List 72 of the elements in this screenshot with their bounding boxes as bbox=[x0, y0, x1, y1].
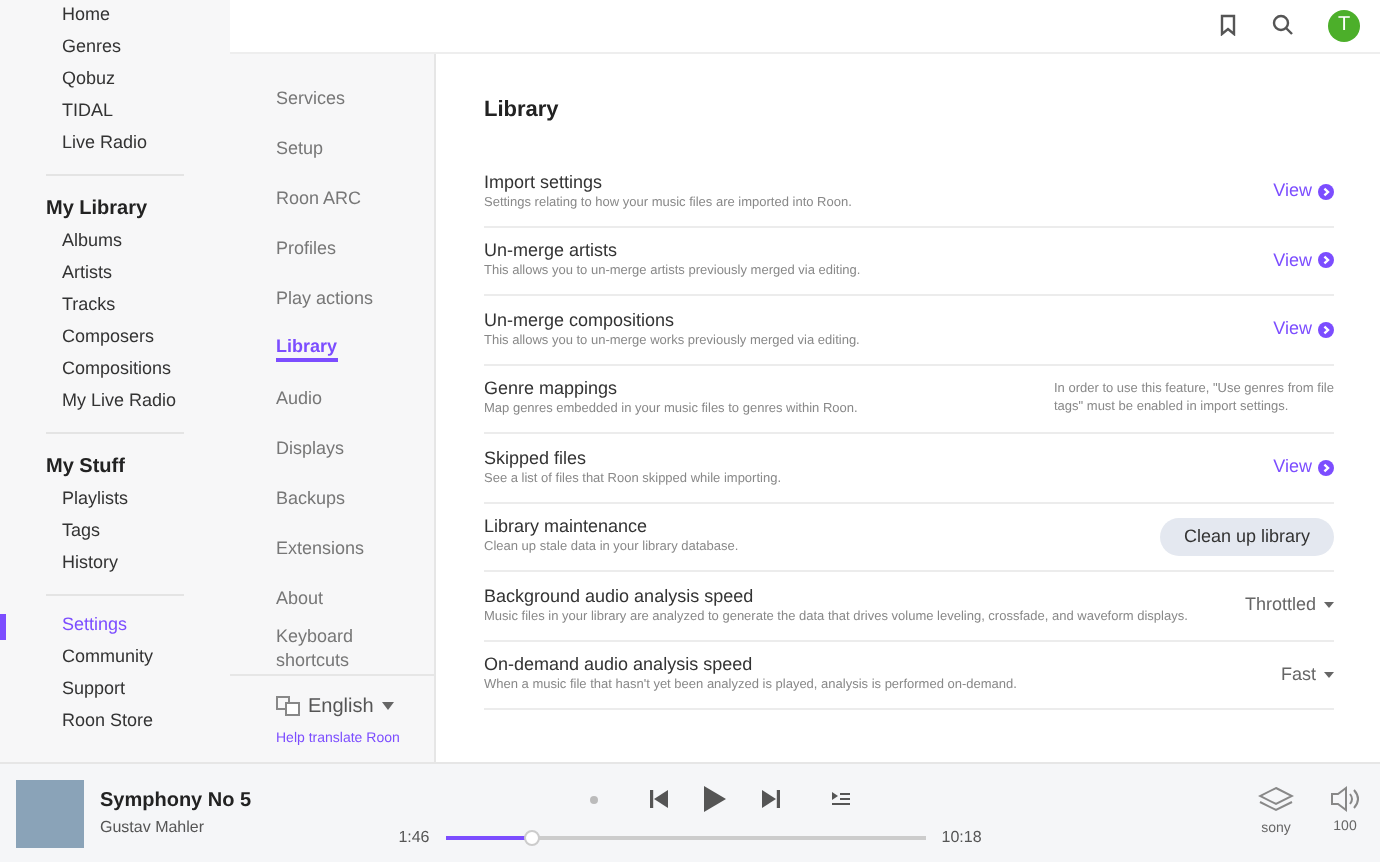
setting-title: Library maintenance bbox=[484, 516, 650, 539]
caret-icon bbox=[1324, 602, 1334, 609]
settings-nav-item[interactable]: Services bbox=[276, 86, 396, 110]
translate-icon bbox=[276, 696, 300, 716]
sidebar-item[interactable]: Albums bbox=[62, 228, 123, 256]
elapsed-time: 1:46 bbox=[398, 825, 430, 849]
settings-nav-item[interactable]: Extensions bbox=[276, 536, 396, 560]
settings-nav-item[interactable]: Keyboard shortcuts bbox=[276, 624, 396, 672]
total-time: 10:18 bbox=[941, 825, 982, 849]
sidebar-item[interactable]: Tags bbox=[62, 518, 101, 546]
page-title: Library bbox=[484, 95, 561, 125]
next-icon[interactable] bbox=[762, 790, 780, 808]
album-art-placeholder bbox=[16, 779, 84, 847]
setting-title: Un-merge compositions bbox=[484, 309, 677, 332]
chevron-circle-icon bbox=[1318, 321, 1334, 338]
sidebar-item[interactable]: Qobuz bbox=[62, 66, 116, 94]
search-icon[interactable] bbox=[1272, 14, 1294, 37]
speed-dropdown[interactable]: Fast bbox=[1280, 661, 1334, 688]
clean-up-button[interactable]: Clean up library bbox=[1159, 517, 1334, 556]
sidebar-item[interactable]: History bbox=[62, 550, 119, 578]
settings-nav-item[interactable]: Library bbox=[276, 334, 338, 362]
chevron-circle-icon bbox=[1318, 459, 1334, 476]
caret-icon bbox=[1324, 671, 1334, 678]
setting-title: Genre mappings bbox=[484, 378, 620, 401]
language-label: English bbox=[308, 693, 374, 721]
view-link[interactable]: View bbox=[1273, 247, 1334, 274]
layers-icon[interactable] bbox=[1258, 785, 1294, 814]
track-title[interactable]: Symphony No 5 bbox=[100, 786, 380, 816]
settings-nav-item[interactable]: Audio bbox=[276, 386, 396, 410]
queue-icon[interactable] bbox=[832, 792, 850, 806]
settings-nav-item[interactable]: Backups bbox=[276, 486, 396, 510]
settings-nav-item[interactable]: Displays bbox=[276, 436, 396, 460]
setting-title: On-demand audio analysis speed bbox=[484, 654, 755, 677]
previous-icon[interactable] bbox=[650, 790, 668, 808]
sidebar-item[interactable]: Playlists bbox=[62, 486, 129, 514]
volume-icon[interactable] bbox=[1330, 785, 1360, 812]
sidebar-item[interactable]: Community bbox=[62, 644, 154, 672]
sidebar-item[interactable]: Roon Store bbox=[62, 708, 154, 736]
view-link[interactable]: View bbox=[1273, 316, 1334, 343]
sidebar-item[interactable]: Artists bbox=[62, 260, 113, 288]
progress-thumb[interactable] bbox=[523, 829, 540, 845]
section-heading: My Stuff bbox=[44, 453, 127, 481]
view-link[interactable]: View bbox=[1273, 178, 1334, 205]
artist-name[interactable]: Gustav Mahler bbox=[100, 816, 380, 840]
sidebar-item[interactable]: Settings bbox=[62, 612, 128, 640]
chevron-circle-icon bbox=[1318, 252, 1334, 269]
setting-title: Background audio analysis speed bbox=[484, 585, 756, 608]
sidebar-item[interactable]: Tracks bbox=[62, 292, 116, 320]
sidebar-item[interactable]: Support bbox=[62, 676, 126, 704]
sidebar-item[interactable]: TIDAL bbox=[62, 98, 114, 126]
section-heading: My Library bbox=[44, 195, 150, 223]
sidebar-item[interactable]: Compositions bbox=[62, 356, 172, 384]
setting-title: Import settings bbox=[484, 171, 605, 194]
bookmark-icon[interactable] bbox=[1218, 14, 1238, 37]
speed-dropdown[interactable]: Throttled bbox=[1244, 592, 1334, 619]
sidebar-item[interactable]: Genres bbox=[62, 34, 122, 62]
setting-title: Un-merge artists bbox=[484, 240, 620, 263]
view-link[interactable]: View bbox=[1273, 454, 1334, 481]
language-dropdown[interactable]: English bbox=[276, 691, 434, 721]
caret-icon bbox=[381, 702, 394, 710]
sidebar-item[interactable]: Home bbox=[62, 2, 111, 30]
play-icon[interactable] bbox=[704, 786, 726, 812]
settings-nav-item[interactable]: Setup bbox=[276, 136, 396, 160]
setting-title: Skipped files bbox=[484, 447, 589, 470]
sidebar-item[interactable]: Composers bbox=[62, 324, 155, 352]
settings-nav-item[interactable]: About bbox=[276, 586, 396, 610]
settings-nav-item[interactable]: Play actions bbox=[276, 286, 396, 310]
settings-nav-item[interactable]: Roon ARC bbox=[276, 186, 396, 210]
settings-nav-item[interactable]: Profiles bbox=[276, 236, 396, 260]
sidebar-item[interactable]: Live Radio bbox=[62, 130, 148, 158]
chevron-circle-icon bbox=[1318, 183, 1334, 200]
sidebar-item[interactable]: My Live Radio bbox=[62, 388, 177, 416]
